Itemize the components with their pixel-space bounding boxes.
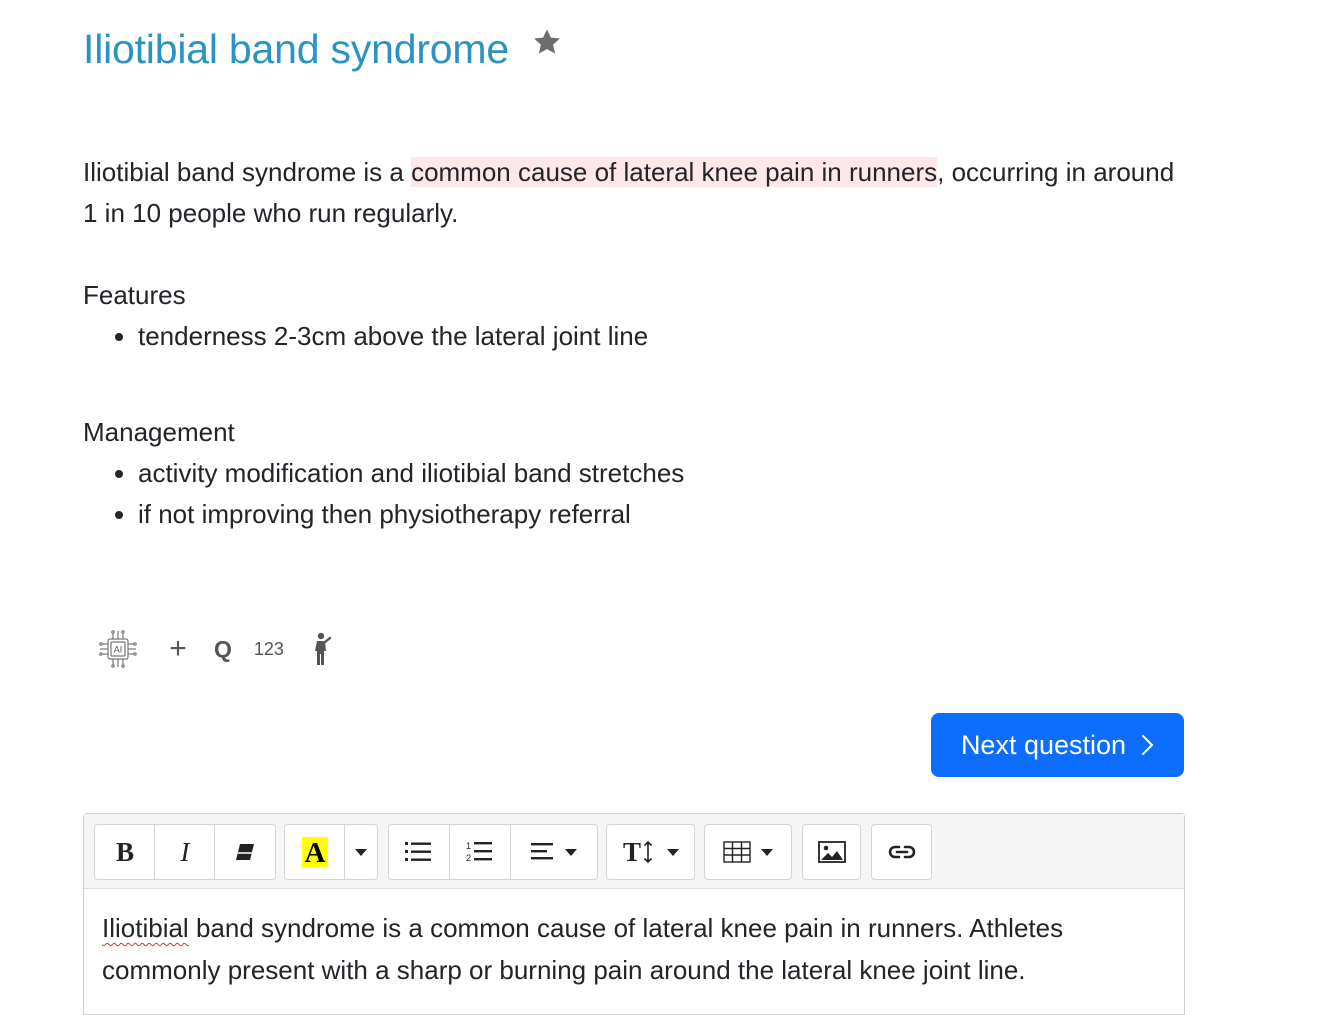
table-group xyxy=(704,824,792,880)
highlighted-phrase[interactable]: common cause of lateral knee pain in run… xyxy=(411,157,938,187)
intro-text-start: Iliotibial band syndrome is a xyxy=(83,157,412,187)
align-icon xyxy=(531,843,553,860)
table-dropdown[interactable] xyxy=(705,825,791,879)
next-question-label: Next question xyxy=(960,729,1127,760)
features-heading: Features xyxy=(83,280,186,310)
list-group: 12 xyxy=(388,824,598,880)
management-heading: Management xyxy=(83,417,235,447)
image-group xyxy=(802,824,861,880)
number-tool[interactable]: 123 xyxy=(254,639,284,660)
svg-text:B: B xyxy=(115,839,133,865)
insert-link-button[interactable] xyxy=(872,825,931,879)
page-title: Iliotibial band syndrome xyxy=(83,26,509,72)
editor-toolbar: B I A 12 T xyxy=(84,814,1184,889)
list-item: tenderness 2-3cm above the lateral joint… xyxy=(138,316,1193,357)
q-icon[interactable]: Q xyxy=(214,636,232,663)
chevron-down-icon xyxy=(565,848,577,856)
list-item: activity modification and iliotibial ban… xyxy=(138,453,1193,494)
management-list: activity modification and iliotibial ban… xyxy=(83,453,1193,535)
chevron-right-icon xyxy=(1142,735,1154,755)
bold-button[interactable]: B xyxy=(95,825,155,879)
font-size-icon: T xyxy=(623,838,652,866)
svg-text:2: 2 xyxy=(466,853,471,863)
format-group: B I xyxy=(94,824,276,880)
question-tools: AI + Q 123 xyxy=(96,626,334,672)
numbered-list-icon: 12 xyxy=(466,841,492,863)
color-group: A xyxy=(284,824,378,880)
link-icon xyxy=(888,845,915,859)
eraser-button[interactable] xyxy=(215,825,275,879)
color-dropdown[interactable] xyxy=(345,825,377,879)
star-icon[interactable] xyxy=(531,26,563,58)
svg-text:T: T xyxy=(623,838,641,866)
ai-label: AI xyxy=(114,645,123,655)
chevron-down-icon xyxy=(761,848,773,856)
chevron-down-icon xyxy=(355,848,367,856)
insert-image-button[interactable] xyxy=(803,825,860,879)
bullet-list-button[interactable] xyxy=(389,825,450,879)
bold-icon: B xyxy=(115,839,133,865)
features-list: tenderness 2-3cm above the lateral joint… xyxy=(83,316,1193,357)
list-item: if not improving then physiotherapy refe… xyxy=(138,494,1193,535)
plus-icon[interactable]: + xyxy=(166,632,190,666)
chevron-down-icon xyxy=(666,848,679,856)
editor-text-rest: band syndrome is a common cause of later… xyxy=(102,913,1064,985)
font-size-group: T xyxy=(606,824,695,880)
italic-button[interactable]: I xyxy=(155,825,215,879)
numbered-list-button[interactable]: 12 xyxy=(450,825,511,879)
table-icon xyxy=(723,841,751,863)
highlight-color-button[interactable]: A xyxy=(285,825,345,879)
highlight-color-icon: A xyxy=(301,837,328,867)
article-content: Iliotibial band syndrome is a common cau… xyxy=(83,152,1193,535)
misspelled-word[interactable]: Iliotibial xyxy=(102,913,189,943)
editor-text[interactable]: Iliotibial band syndrome is a common cau… xyxy=(84,889,1184,1009)
next-question-button[interactable]: Next question xyxy=(931,713,1184,777)
svg-text:1: 1 xyxy=(466,841,471,851)
link-group xyxy=(871,824,932,880)
title-row: Iliotibial band syndrome xyxy=(83,24,563,74)
font-size-dropdown[interactable]: T xyxy=(607,825,694,879)
eraser-icon xyxy=(236,844,254,860)
align-dropdown[interactable] xyxy=(511,825,597,879)
intro-paragraph: Iliotibial band syndrome is a common cau… xyxy=(83,152,1193,234)
image-icon xyxy=(817,841,846,863)
notes-editor[interactable]: B I A 12 T Iliotibial band syndrome is a… xyxy=(83,813,1185,1015)
svg-text:A: A xyxy=(304,837,325,867)
svg-text:I: I xyxy=(179,839,191,865)
ai-chip-icon[interactable]: AI xyxy=(96,627,140,671)
person-icon[interactable] xyxy=(308,632,334,666)
italic-icon: I xyxy=(179,839,191,865)
bullet-list-icon xyxy=(405,842,431,861)
